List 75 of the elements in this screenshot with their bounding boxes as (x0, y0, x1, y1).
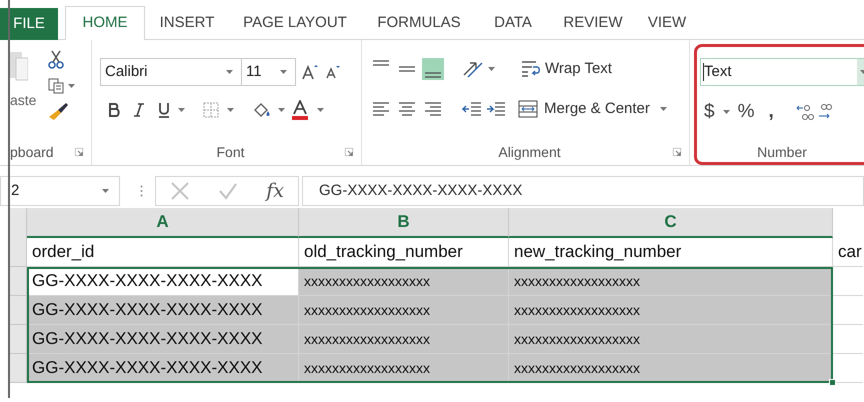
table-cell[interactable]: GG-XXXX-XXXX-XXXX-XXXX (27, 267, 299, 296)
wrap-text-button[interactable]: Wrap Text (521, 58, 612, 80)
paste-label[interactable]: aste (10, 90, 36, 111)
ribbon-tab[interactable]: INSERT (145, 7, 229, 39)
ribbon-tab[interactable]: PAGE LAYOUT (229, 7, 361, 39)
borders-icon[interactable] (203, 102, 219, 118)
table-cell[interactable]: GG-XXXX-XXXX-XXXX-XXXX (27, 354, 299, 383)
fill-color-icon[interactable] (252, 102, 272, 118)
dialog-launcher-icon[interactable] (75, 148, 83, 156)
table-cell[interactable]: order_id (27, 238, 299, 267)
table-cell[interactable]: xxxxxxxxxxxxxxxxxx (299, 325, 509, 354)
group-label: pboard (10, 142, 54, 162)
ribbon-tab[interactable]: HOME (65, 6, 145, 40)
column-header[interactable]: C (509, 208, 833, 238)
font-name-dropdown[interactable]: Calibri (100, 58, 242, 86)
caret-icon[interactable] (280, 70, 287, 74)
increase-indent-icon[interactable] (486, 100, 506, 118)
ribbon-tab[interactable]: VIEW (637, 7, 697, 39)
table-cell[interactable]: xxxxxxxxxxxxxxxxxx (299, 354, 509, 383)
caret-icon[interactable] (102, 189, 109, 193)
grip-icon (140, 185, 143, 197)
decrease-indent-icon[interactable] (462, 100, 482, 118)
group-label: Alignment (498, 142, 561, 162)
ribbon-tab[interactable]: REVIEW (549, 7, 637, 39)
caret-icon[interactable] (68, 84, 76, 88)
shrink-font-icon[interactable] (326, 65, 340, 79)
italic-icon[interactable] (134, 103, 144, 117)
currency-button[interactable]: $ (704, 98, 715, 126)
number-format-dropdown[interactable]: Text (700, 58, 864, 86)
scissors-icon[interactable] (48, 50, 64, 70)
table-cell[interactable]: xxxxxxxxxxxxxxxxxx (299, 267, 509, 296)
table-cell[interactable]: GG-XXXX-XXXX-XXXX-XXXX (27, 296, 299, 325)
table-cell[interactable]: xxxxxxxxxxxxxxxxxx (509, 267, 833, 296)
name-box[interactable]: 2 (0, 176, 120, 206)
insert-function-button[interactable]: fx (266, 176, 284, 206)
group-label: Number (757, 142, 807, 162)
merge-cells-icon (518, 100, 538, 118)
caret-icon[interactable] (722, 110, 730, 114)
column-header[interactable]: B (299, 208, 509, 238)
merge-center-button[interactable]: Merge & Center (518, 98, 650, 120)
dialog-launcher-icon[interactable] (345, 148, 353, 156)
bottom-align-icon[interactable] (422, 58, 444, 80)
font-size-dropdown[interactable]: 11 (242, 58, 296, 86)
table-cell[interactable]: xxxxxxxxxxxxxxxxxx (509, 325, 833, 354)
table-cell[interactable]: xxxxxxxxxxxxxxxxxx (509, 354, 833, 383)
formula-field[interactable]: GG-XXXX-XXXX-XXXX-XXXX (302, 176, 864, 206)
percent-button[interactable]: % (738, 98, 754, 126)
ribbon-tab[interactable]: DATA (477, 7, 549, 39)
copy-icon[interactable] (48, 78, 64, 94)
bold-icon[interactable] (108, 103, 120, 117)
grow-font-icon[interactable] (302, 64, 318, 80)
comma-style-button[interactable]: , (768, 98, 774, 126)
caret-icon[interactable] (317, 108, 324, 112)
caret-icon[interactable] (227, 108, 234, 112)
dialog-launcher-icon[interactable] (673, 148, 681, 156)
table-cell[interactable]: new_tracking_number (509, 238, 833, 267)
caret-icon[interactable] (660, 107, 667, 111)
group-label: Font (216, 142, 244, 162)
wrap-text-icon (521, 60, 541, 78)
ribbon-tab[interactable]: FORMULAS (361, 7, 477, 39)
caret-icon[interactable] (178, 108, 185, 112)
caret-icon[interactable] (278, 108, 285, 112)
increase-decimal-icon[interactable] (796, 103, 814, 122)
table-cell[interactable]: GG-XXXX-XXXX-XXXX-XXXX (27, 325, 299, 354)
column-header[interactable]: A (27, 208, 299, 238)
underline-icon[interactable] (158, 102, 170, 118)
table-cell[interactable]: xxxxxxxxxxxxxxxxxx (299, 296, 509, 325)
caret-icon[interactable] (488, 67, 495, 71)
font-color-icon[interactable] (291, 100, 309, 120)
caret-icon[interactable] (226, 70, 233, 74)
table-cell[interactable]: old_tracking_number (299, 238, 509, 267)
clipboard-icon[interactable] (10, 50, 28, 82)
format-painter-icon[interactable] (48, 102, 68, 120)
ribbon-tab[interactable]: FILE (0, 8, 58, 40)
table-cell[interactable]: xxxxxxxxxxxxxxxxxx (509, 296, 833, 325)
